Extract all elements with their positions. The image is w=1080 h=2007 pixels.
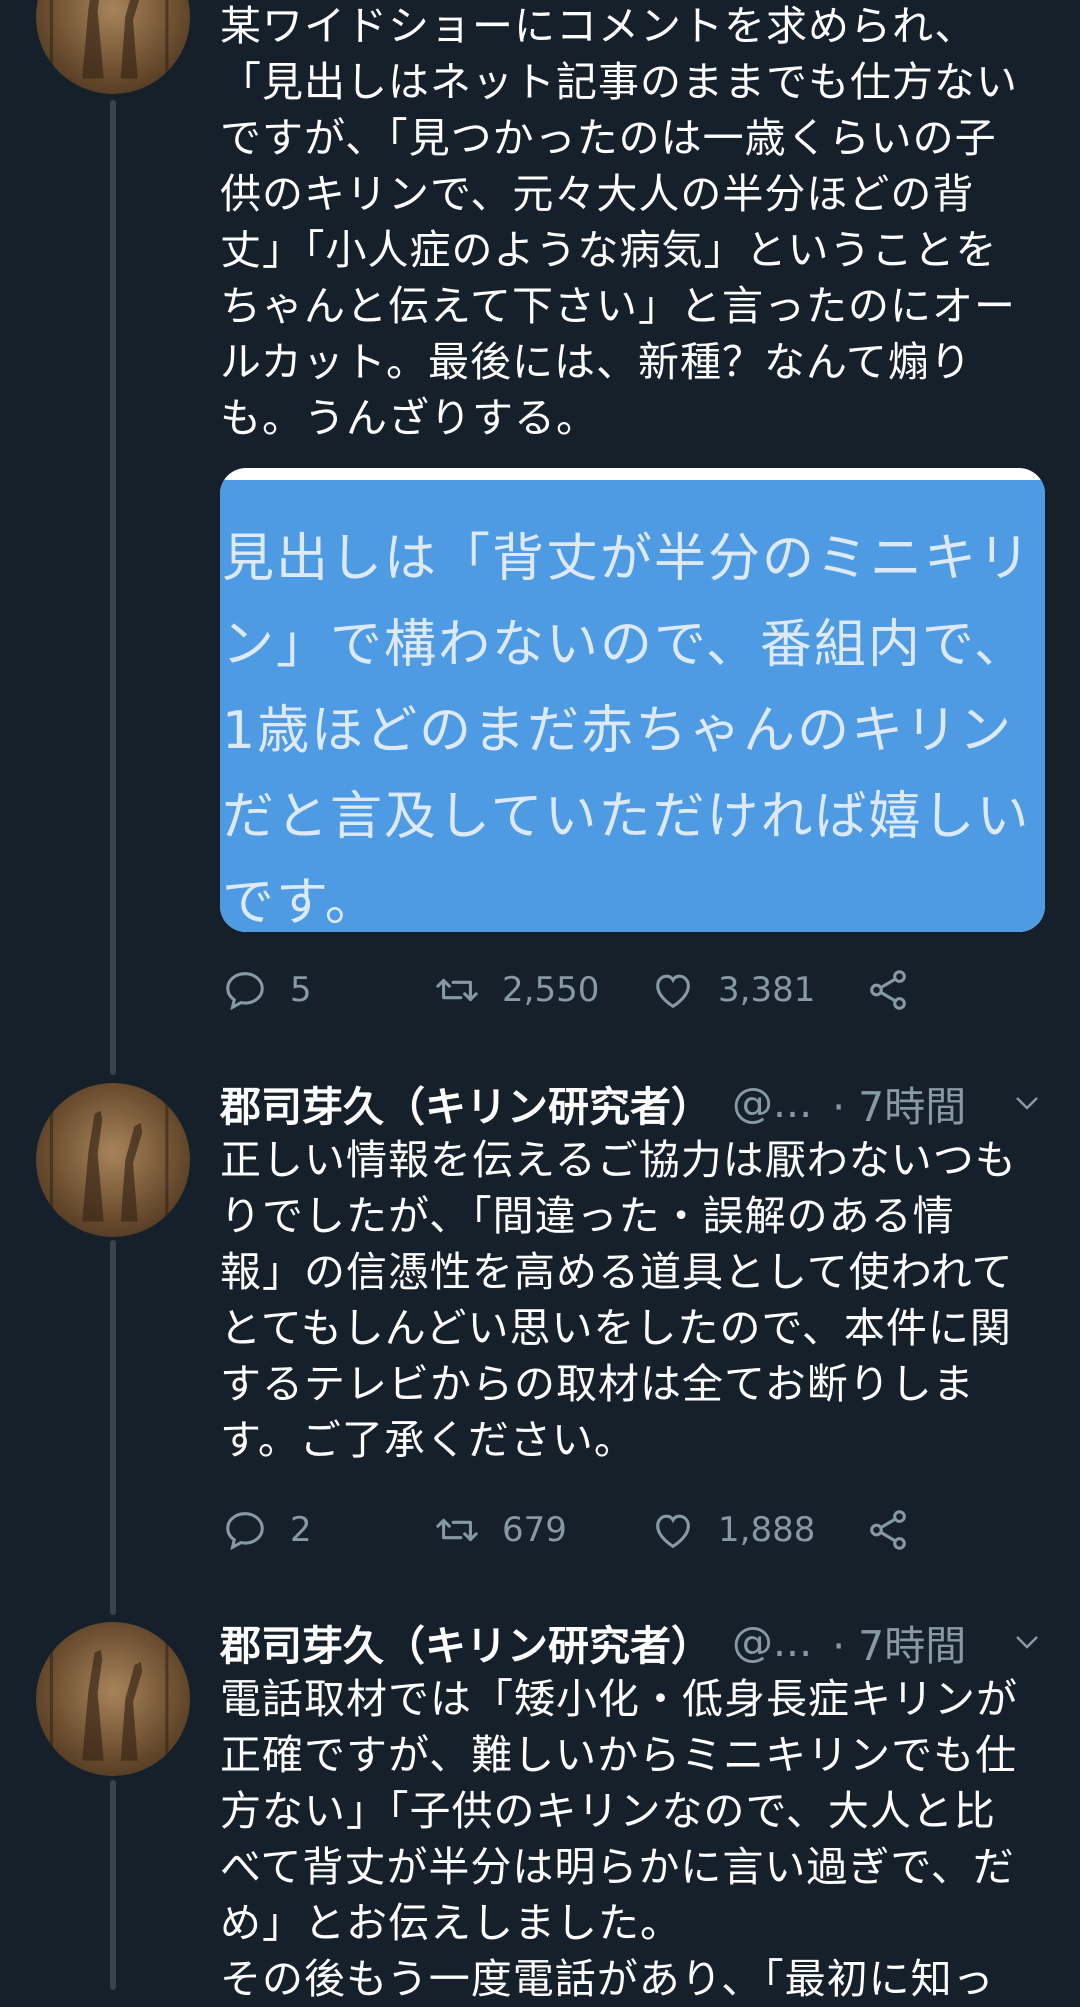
like-icon bbox=[656, 974, 690, 1009]
tweet-time[interactable]: · 7時間 bbox=[832, 1073, 966, 1133]
tweet-text: 電話取材では「矮小化・低身長症キリンが 正確ですが、難しいからミニキリンでも仕 … bbox=[220, 1675, 1018, 2003]
reply-count: 5 bbox=[290, 970, 312, 1010]
share-icon bbox=[870, 970, 906, 1010]
tweet-time[interactable]: · 7時間 bbox=[832, 1612, 966, 1672]
share-button[interactable] bbox=[865, 1500, 933, 1560]
tweet-actions: 5 2,550 3,381 bbox=[220, 960, 1060, 1020]
like-button[interactable]: 1,888 bbox=[650, 1500, 815, 1560]
reply-icon bbox=[226, 972, 264, 1011]
retweet-button[interactable]: 2,550 bbox=[434, 960, 599, 1020]
retweet-count: 679 bbox=[502, 1510, 567, 1550]
reply-icon bbox=[226, 1512, 264, 1551]
media-image: 見出しは「背丈が半分のミニキリ ン」で構わないので、番組内で、 1歳ほどのまだ赤… bbox=[220, 480, 1045, 932]
thread-line bbox=[110, 1240, 116, 1615]
chevron-down-icon[interactable] bbox=[1012, 1088, 1042, 1118]
like-icon bbox=[656, 1514, 690, 1549]
retweet-icon bbox=[436, 978, 478, 1002]
thread-line bbox=[110, 1780, 116, 1990]
reply-button[interactable]: 5 bbox=[222, 960, 312, 1020]
retweet-count: 2,550 bbox=[502, 970, 600, 1010]
user-handle[interactable]: @... bbox=[732, 1079, 812, 1127]
share-button[interactable] bbox=[865, 960, 933, 1020]
chevron-down-icon[interactable] bbox=[1012, 1627, 1042, 1657]
retweet-button[interactable]: 679 bbox=[434, 1500, 567, 1560]
giraffe-avatar-image bbox=[49, 0, 169, 94]
like-count: 1,888 bbox=[718, 1510, 816, 1550]
like-button[interactable]: 3,381 bbox=[650, 960, 815, 1020]
avatar[interactable] bbox=[36, 1622, 190, 1776]
like-count: 3,381 bbox=[718, 970, 816, 1010]
avatar[interactable] bbox=[36, 0, 190, 94]
reply-count: 2 bbox=[290, 1510, 312, 1550]
giraffe-avatar-image bbox=[49, 1629, 169, 1776]
share-icon bbox=[870, 1510, 906, 1550]
tweet-text: 正しい情報を伝えるご協力は厭わないつも りでしたが、「間違った・誤解のある情 報… bbox=[220, 1136, 1017, 1464]
reply-button[interactable]: 2 bbox=[222, 1500, 312, 1560]
retweet-icon bbox=[436, 1518, 478, 1542]
tweet-media[interactable]: 見出しは「背丈が半分のミニキリ ン」で構わないので、番組内で、 1歳ほどのまだ赤… bbox=[220, 468, 1045, 932]
tweet-header: 郡司芽久（キリン研究者） @... · 7時間 bbox=[220, 1614, 1050, 1670]
tweet-header: 郡司芽久（キリン研究者） @... · 7時間 bbox=[220, 1075, 1050, 1131]
display-name[interactable]: 郡司芽久（キリン研究者） bbox=[220, 1612, 712, 1672]
user-handle[interactable]: @... bbox=[732, 1618, 812, 1666]
tweet-actions: 2 679 1,888 bbox=[220, 1500, 1060, 1560]
giraffe-avatar-image bbox=[49, 1090, 169, 1237]
avatar[interactable] bbox=[36, 1083, 190, 1237]
media-text: 見出しは「背丈が半分のミニキリ ン」で構わないので、番組内で、 1歳ほどのまだ赤… bbox=[222, 529, 1033, 932]
tweet-text: 某ワイドショーにコメントを求められ、 「見出しはネット記事のままでも仕方ない で… bbox=[220, 2, 1018, 442]
thread-line bbox=[110, 100, 116, 1075]
display-name[interactable]: 郡司芽久（キリン研究者） bbox=[220, 1073, 712, 1133]
